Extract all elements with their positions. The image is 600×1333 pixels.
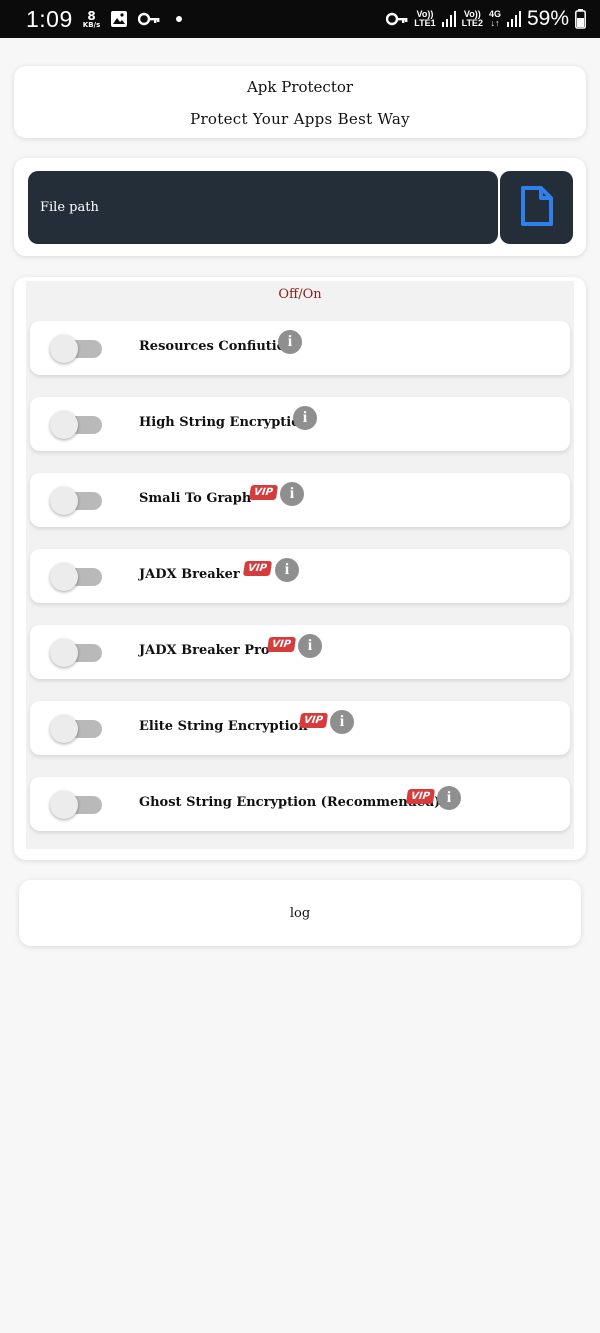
sim1-indicator: Vo)) LTE1 (414, 10, 435, 28)
app-subtitle: Protect Your Apps Best Way (190, 110, 410, 128)
info-icon[interactable]: i (275, 558, 299, 582)
vip-badge: VIP (248, 485, 278, 500)
log-card: log (19, 880, 581, 946)
status-bar: 1:09 8 KB/s Vo)) LTE1 Vo)) LTE2 4G ↓↑ 59… (0, 0, 600, 38)
ghost-string-encryption-toggle[interactable] (50, 791, 102, 819)
select-file-button[interactable] (500, 171, 573, 244)
toggle-thumb (50, 639, 78, 667)
gallery-icon (110, 10, 128, 28)
toggle-thumb (50, 563, 78, 591)
option-label: Ghost String Encryption (Recommended) (139, 795, 441, 810)
log-text: log (289, 905, 311, 921)
network-speed-unit: KB/s (82, 20, 101, 29)
sim2-bottom: LTE2 (461, 18, 483, 28)
data-arrows-icon: ↓↑ (490, 18, 500, 28)
option-label: Resources Confiution (139, 339, 295, 354)
file-path-field[interactable]: File path (28, 171, 498, 244)
option-label: Elite String Encryption (139, 719, 308, 734)
network-speed-value: 8 (87, 8, 96, 23)
vip-badge: VIP (242, 561, 272, 576)
toggle-thumb (50, 715, 78, 743)
dot-icon (176, 16, 183, 22)
option-row-elite-string-encryption: Elite String Encryption VIP i (30, 701, 570, 755)
jadx-breaker-toggle[interactable] (50, 563, 102, 591)
file-icon (520, 185, 554, 231)
info-icon[interactable]: i (293, 406, 317, 430)
battery-icon (575, 9, 586, 29)
battery-percentage: 59% (526, 7, 569, 30)
vpn-key-icon (386, 12, 408, 26)
info-icon[interactable]: i (278, 330, 302, 354)
option-label: High String Encryption (139, 415, 310, 430)
info-icon[interactable]: i (280, 482, 304, 506)
option-row-jadx-breaker: JADX Breaker VIP i (30, 549, 570, 603)
network-speed: 8 KB/s (83, 10, 100, 29)
header-card: Apk Protector Protect Your Apps Best Way (14, 66, 586, 138)
key-icon (138, 12, 160, 26)
high-string-encryption-toggle[interactable] (50, 411, 102, 439)
option-row-resources-confiution: Resources Confiution i (30, 321, 570, 375)
elite-string-encryption-toggle[interactable] (50, 715, 102, 743)
option-row-smali-to-graph: Smali To Graph VIP i (30, 473, 570, 527)
toggle-thumb (50, 487, 78, 515)
signal-icon (441, 11, 456, 27)
info-icon[interactable]: i (437, 786, 461, 810)
vip-badge: VIP (298, 713, 328, 728)
option-row-jadx-breaker-pro: JADX Breaker Pro VIP i (30, 625, 570, 679)
status-time: 1:09 (26, 5, 73, 32)
app-title: Apk Protector (246, 78, 354, 96)
option-label: JADX Breaker Pro (139, 643, 270, 658)
file-picker-card: File path (14, 158, 586, 256)
sim2-indicator: Vo)) LTE2 (462, 10, 483, 28)
info-icon[interactable]: i (298, 634, 322, 658)
option-label: Smali To Graph (139, 491, 252, 506)
options-card: Off/On Resources Confiution i High Strin… (14, 277, 586, 860)
option-label: JADX Breaker (139, 567, 240, 582)
sim1-bottom: LTE1 (414, 18, 436, 28)
jadx-breaker-pro-toggle[interactable] (50, 639, 102, 667)
network-type: 4G ↓↑ (489, 10, 501, 28)
vip-badge: VIP (266, 637, 296, 652)
signal-icon (506, 11, 521, 27)
toggle-thumb (50, 791, 78, 819)
option-row-high-string-encryption: High String Encryption i (30, 397, 570, 451)
info-icon[interactable]: i (330, 710, 354, 734)
vip-badge: VIP (405, 789, 435, 804)
off-on-heading: Off/On (278, 287, 322, 302)
file-path-placeholder: File path (40, 200, 99, 215)
smali-to-graph-toggle[interactable] (50, 487, 102, 515)
option-row-ghost-string-encryption: Ghost String Encryption (Recommended) VI… (30, 777, 570, 831)
toggle-thumb (50, 411, 78, 439)
toggle-thumb (50, 335, 78, 363)
resources-confiution-toggle[interactable] (50, 335, 102, 363)
